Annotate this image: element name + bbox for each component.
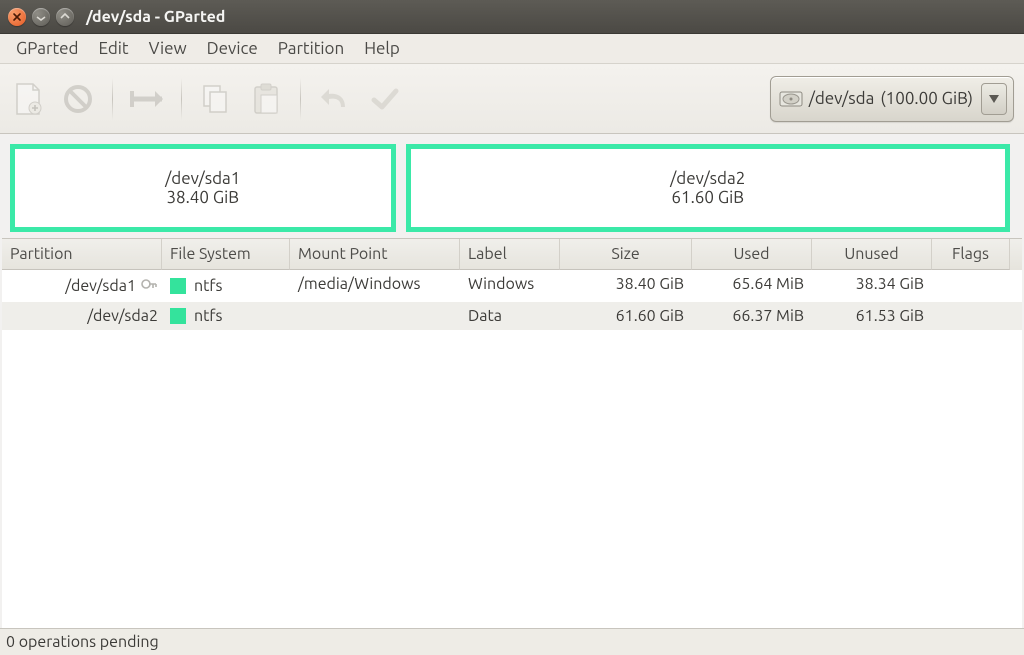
menu-help[interactable]: Help	[354, 36, 410, 61]
paste-button[interactable]	[248, 81, 284, 117]
apply-button[interactable]	[367, 81, 403, 117]
window-controls	[8, 8, 74, 26]
col-used[interactable]: Used	[692, 239, 812, 270]
cell-size: 61.60 GiB	[560, 302, 692, 330]
col-partition[interactable]: Partition	[2, 239, 162, 270]
copy-icon	[201, 83, 231, 115]
toolbar: /dev/sda (100.00 GiB)	[0, 64, 1024, 134]
paste-icon	[251, 82, 281, 116]
col-label[interactable]: Label	[460, 239, 560, 270]
cell-unused: 38.34 GiB	[812, 270, 932, 302]
cell-label: Windows	[460, 270, 560, 302]
cell-unused: 61.53 GiB	[812, 302, 932, 330]
partition-graph: /dev/sda1 38.40 GiB /dev/sda2 61.60 GiB	[0, 134, 1024, 238]
undo-button[interactable]	[317, 81, 353, 117]
table-row[interactable]: /dev/sda2 ntfs Data 61.60 GiB 66.37 MiB …	[2, 302, 1022, 330]
resize-move-button[interactable]	[129, 81, 165, 117]
window-title: /dev/sda - GParted	[86, 8, 225, 26]
toolbar-separator	[181, 78, 182, 120]
graph-part-name: /dev/sda1	[165, 169, 240, 188]
menu-edit[interactable]: Edit	[88, 36, 138, 61]
graph-part-size: 38.40 GiB	[166, 188, 239, 207]
cell-fs: ntfs	[194, 307, 222, 325]
resize-arrow-icon	[129, 85, 165, 113]
menu-view[interactable]: View	[139, 36, 197, 61]
toolbar-separator	[112, 78, 113, 120]
partition-table: Partition File System Mount Point Label …	[2, 238, 1022, 628]
fs-color-swatch	[170, 308, 186, 324]
table-body: /dev/sda1 ntfs /media/Windows Windows 38…	[2, 270, 1022, 628]
app-window: /dev/sda - GParted GParted Edit View Dev…	[0, 0, 1024, 655]
device-path: /dev/sda	[809, 89, 875, 108]
copy-button[interactable]	[198, 81, 234, 117]
new-partition-button[interactable]	[10, 81, 46, 117]
menu-gparted[interactable]: GParted	[6, 36, 88, 61]
col-flags[interactable]: Flags	[932, 239, 1010, 270]
table-header: Partition File System Mount Point Label …	[2, 239, 1022, 270]
maximize-button[interactable]	[56, 8, 74, 26]
cell-fs: ntfs	[194, 277, 222, 295]
col-size[interactable]: Size	[560, 239, 692, 270]
menubar: GParted Edit View Device Partition Help	[0, 34, 1024, 64]
cell-mountpoint	[290, 302, 460, 330]
checkmark-icon	[370, 85, 400, 113]
graph-part-size: 61.60 GiB	[671, 188, 744, 207]
fs-color-swatch	[170, 278, 186, 294]
cell-used: 65.64 MiB	[692, 270, 812, 302]
table-row[interactable]: /dev/sda1 ntfs /media/Windows Windows 38…	[2, 270, 1022, 302]
hard-disk-icon	[779, 88, 803, 110]
col-filesystem[interactable]: File System	[162, 239, 290, 270]
cell-mountpoint: /media/Windows	[290, 270, 460, 302]
device-size: (100.00 GiB)	[880, 89, 973, 108]
forbidden-icon	[62, 83, 94, 115]
col-unused[interactable]: Unused	[812, 239, 932, 270]
cell-label: Data	[460, 302, 560, 330]
lock-key-icon	[140, 275, 158, 297]
toolbar-separator	[300, 78, 301, 120]
close-button[interactable]	[8, 8, 26, 26]
col-mountpoint[interactable]: Mount Point	[290, 239, 460, 270]
cell-partition: /dev/sda2	[87, 307, 158, 325]
cell-used: 66.37 MiB	[692, 302, 812, 330]
cell-flags	[932, 302, 1010, 330]
document-new-icon	[13, 82, 43, 116]
statusbar: 0 operations pending	[0, 628, 1024, 655]
titlebar: /dev/sda - GParted	[0, 0, 1024, 34]
device-selector[interactable]: /dev/sda (100.00 GiB)	[770, 76, 1014, 122]
status-text: 0 operations pending	[6, 633, 159, 651]
undo-icon	[319, 85, 351, 113]
graph-partition-sda1[interactable]: /dev/sda1 38.40 GiB	[10, 144, 396, 232]
menu-partition[interactable]: Partition	[268, 36, 354, 61]
cell-partition: /dev/sda1	[65, 277, 136, 295]
graph-part-name: /dev/sda2	[670, 169, 745, 188]
graph-partition-sda2[interactable]: /dev/sda2 61.60 GiB	[406, 144, 1010, 232]
device-dropdown-toggle[interactable]	[981, 83, 1007, 115]
triangle-down-icon	[989, 95, 999, 103]
cell-flags	[932, 270, 1010, 302]
cell-size: 38.40 GiB	[560, 270, 692, 302]
menu-device[interactable]: Device	[197, 36, 268, 61]
delete-partition-button[interactable]	[60, 81, 96, 117]
minimize-button[interactable]	[32, 8, 50, 26]
